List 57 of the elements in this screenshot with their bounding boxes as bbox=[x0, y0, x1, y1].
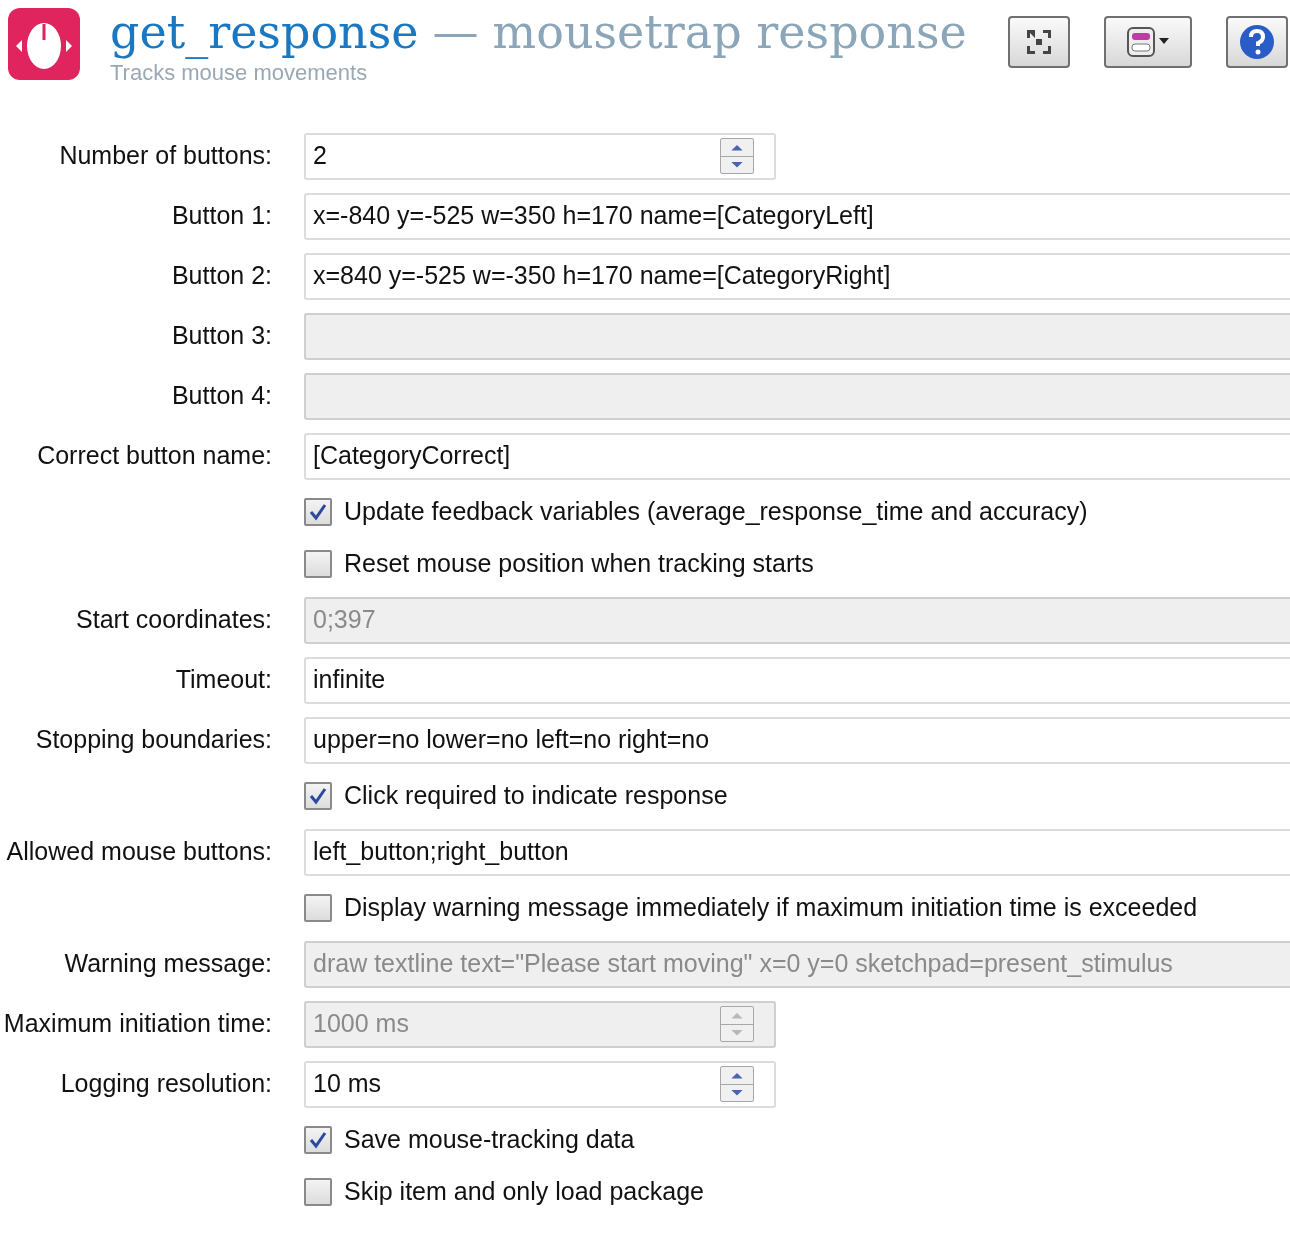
spin-box[interactable]: 2 bbox=[304, 132, 776, 180]
checkbox-label: Update feedback variables (average_response_time and accuracy) bbox=[344, 496, 1088, 528]
field-value: x=840 y=-525 w=-350 h=170 name=[CategoryRight] bbox=[313, 260, 891, 292]
collapse-icon[interactable] bbox=[1008, 16, 1070, 68]
field-label: Correct button name: bbox=[37, 440, 272, 472]
field-value: 10 ms bbox=[313, 1068, 382, 1100]
text-field[interactable]: upper=no lower=no left=no right=no bbox=[304, 716, 1290, 764]
checkbox-label: Click required to indicate response bbox=[344, 780, 728, 812]
spin-arrows-icon[interactable] bbox=[720, 1066, 754, 1102]
text-field[interactable]: x=-840 y=-525 w=350 h=170 name=[CategoryLeft] bbox=[304, 192, 1290, 240]
checkmark-icon bbox=[308, 502, 328, 522]
checkbox-label: Save mouse-tracking data bbox=[344, 1124, 635, 1156]
checkbox[interactable] bbox=[304, 498, 332, 526]
field-value: infinite bbox=[313, 664, 386, 696]
field-label: Button 4: bbox=[171, 380, 272, 412]
checkbox[interactable] bbox=[304, 1126, 332, 1154]
text-field[interactable]: left_button;right_button bbox=[304, 828, 1290, 876]
field-label: Stopping boundaries: bbox=[35, 724, 272, 756]
checkbox[interactable] bbox=[304, 550, 332, 578]
field-label: Button 2: bbox=[171, 260, 272, 292]
item-type: mousetrap response bbox=[492, 6, 967, 58]
spin-box[interactable]: 10 ms bbox=[304, 1060, 776, 1108]
field-value: 1000 ms bbox=[313, 1008, 409, 1040]
field-value: 2 bbox=[313, 140, 327, 172]
checkbox-label: Display warning message immediately if maximum initiation time is exceeded bbox=[344, 892, 1198, 924]
checkbox-label: Reset mouse position when tracking starts bbox=[344, 548, 814, 580]
text-field[interactable]: [CategoryCorrect] bbox=[304, 432, 1290, 480]
checkmark-icon bbox=[308, 786, 328, 806]
checkbox-label: Skip item and only load package bbox=[344, 1176, 704, 1208]
field-label: Button 3: bbox=[171, 320, 272, 352]
spin-arrows-icon[interactable] bbox=[720, 138, 754, 174]
item-description: Tracks mouse movements bbox=[110, 59, 369, 87]
help-icon[interactable] bbox=[1226, 16, 1288, 68]
text-field[interactable]: x=840 y=-525 w=-350 h=170 name=[CategoryRight] bbox=[304, 252, 1290, 300]
checkbox[interactable] bbox=[304, 782, 332, 810]
mouse-app-icon bbox=[8, 8, 80, 80]
title-separator: — bbox=[432, 6, 479, 58]
field-value: [CategoryCorrect] bbox=[313, 440, 511, 472]
field-label: Allowed mouse buttons: bbox=[6, 836, 272, 868]
toggle-menu-icon[interactable] bbox=[1104, 16, 1192, 68]
field-value: 0;397 bbox=[313, 604, 376, 636]
checkbox[interactable] bbox=[304, 894, 332, 922]
field-value: upper=no lower=no left=no right=no bbox=[313, 724, 710, 756]
field-label: Timeout: bbox=[175, 664, 272, 696]
field-value: x=-840 y=-525 w=350 h=170 name=[CategoryLeft] bbox=[313, 200, 874, 232]
checkbox[interactable] bbox=[304, 1178, 332, 1206]
field-label: Maximum initiation time: bbox=[3, 1008, 272, 1040]
field-label: Start coordinates: bbox=[76, 604, 272, 636]
item-name: get_response bbox=[110, 6, 419, 58]
field-label: Number of buttons: bbox=[59, 140, 272, 172]
checkmark-icon bbox=[308, 1130, 328, 1150]
field-value: left_button;right_button bbox=[313, 836, 569, 868]
text-field[interactable]: infinite bbox=[304, 656, 1290, 704]
field-label: Button 1: bbox=[171, 200, 272, 232]
field-value: draw textline text="Please start moving" x=0 y=0 sketchpad=present_stimulus bbox=[313, 948, 1173, 980]
field-label: Logging resolution: bbox=[60, 1068, 272, 1100]
field-label: Warning message: bbox=[64, 948, 272, 980]
